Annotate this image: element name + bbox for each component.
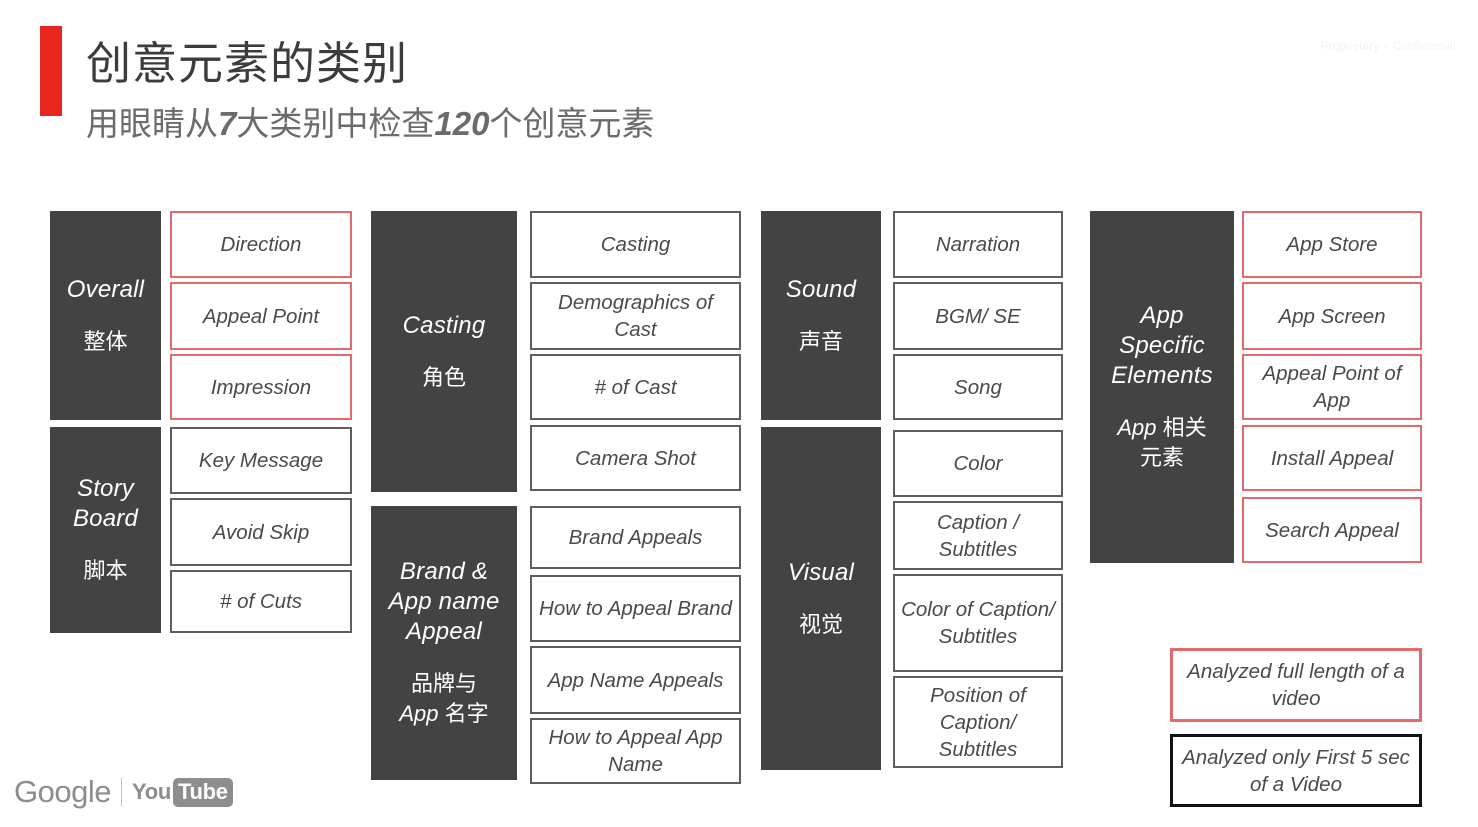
category-brand-app-name-appeal-zh: 品牌与 App 名字	[399, 669, 488, 729]
category-brand-en-line3: Appeal	[406, 618, 482, 645]
element-appeal-point[interactable]: Appeal Point	[170, 282, 352, 350]
category-overall-zh: 整体	[83, 328, 128, 354]
category-overall: Overall 整体	[50, 211, 161, 420]
element-app-store[interactable]: App Store	[1242, 211, 1422, 278]
page-title: 创意元素的类别	[86, 38, 409, 89]
subtitle-part-2: 大类别中检查	[236, 105, 435, 142]
category-sound: Sound 声音	[761, 211, 881, 420]
category-sound-zh: 声音	[798, 328, 843, 354]
legend-first-5-sec: Analyzed only First 5 sec of a Video	[1170, 734, 1422, 807]
category-story-board: Story Board 脚本	[50, 427, 161, 633]
subtitle-number-categories: 7	[218, 105, 237, 142]
category-brand-app-name-appeal: Brand & App name Appeal 品牌与 App 名字	[371, 506, 517, 780]
youtube-logo-tube: Tube	[173, 777, 233, 807]
confidential-notice: Proprietary + Confidential	[1320, 41, 1456, 53]
element-app-screen[interactable]: App Screen	[1242, 282, 1422, 350]
footer-logos: Google You Tube	[14, 775, 233, 809]
category-app-zh-line1-han: 相关	[1156, 415, 1207, 440]
element-demographics-of-cast[interactable]: Demographics of Cast	[530, 282, 741, 350]
logo-divider	[120, 778, 122, 806]
subtitle-part-1: 用眼睛从	[86, 105, 218, 142]
category-brand-zh-line2: App 名字	[399, 699, 488, 729]
element-appeal-point-of-app[interactable]: Appeal Point of App	[1242, 354, 1422, 420]
category-app-en-line1: App	[1140, 302, 1184, 329]
category-overall-en: Overall	[66, 275, 145, 303]
element-how-to-appeal-app-name[interactable]: How to Appeal App Name	[530, 718, 741, 784]
element-impression[interactable]: Impression	[170, 354, 352, 420]
category-app-specific-elements-zh: App 相关 元素	[1117, 413, 1206, 473]
element-direction[interactable]: Direction	[170, 211, 352, 278]
category-app-zh-line1: App 相关	[1117, 413, 1206, 443]
youtube-logo: You Tube	[131, 777, 233, 807]
category-casting-en: Casting	[402, 311, 486, 339]
element-position-of-caption-subtitles[interactable]: Position of Caption/ Subtitles	[893, 676, 1063, 768]
element-key-message[interactable]: Key Message	[170, 427, 352, 494]
element-number-of-cast[interactable]: # of Cast	[530, 354, 741, 420]
element-color-of-caption-subtitles[interactable]: Color of Caption/ Subtitles	[893, 574, 1063, 672]
element-install-appeal[interactable]: Install Appeal	[1242, 425, 1422, 491]
category-story-board-en-line1: Story	[76, 475, 134, 502]
subtitle-number-elements: 120	[434, 105, 490, 142]
category-app-zh-line1-latin: App	[1117, 415, 1157, 440]
element-number-of-cuts[interactable]: # of Cuts	[170, 570, 352, 633]
element-caption-subtitles[interactable]: Caption / Subtitles	[893, 501, 1063, 570]
category-app-specific-elements-en: App Specific Elements	[1111, 301, 1213, 391]
category-visual-en: Visual	[787, 558, 855, 586]
category-story-board-en-line2: Board	[72, 505, 139, 532]
category-app-zh-line2: 元素	[1139, 445, 1184, 470]
element-song[interactable]: Song	[893, 354, 1063, 420]
category-brand-en-line2: App name	[388, 588, 500, 615]
title-accent-bar	[40, 26, 62, 116]
category-brand-en-line1: Brand &	[399, 558, 489, 585]
element-narration[interactable]: Narration	[893, 211, 1063, 278]
category-brand-zh-line2-latin: App	[399, 701, 439, 726]
element-casting[interactable]: Casting	[530, 211, 741, 278]
element-how-to-appeal-brand[interactable]: How to Appeal Brand	[530, 575, 741, 642]
category-brand-zh-line1: 品牌与	[410, 671, 477, 696]
category-sound-en: Sound	[785, 275, 857, 303]
element-color[interactable]: Color	[893, 430, 1063, 497]
google-logo: Google	[14, 774, 111, 809]
page-subtitle: 用眼睛从7大类别中检查120个创意元素	[86, 102, 654, 146]
category-casting-zh: 角色	[421, 364, 466, 390]
category-visual: Visual 视觉	[761, 427, 881, 770]
element-brand-appeals[interactable]: Brand Appeals	[530, 506, 741, 569]
youtube-logo-you: You	[131, 779, 171, 804]
element-avoid-skip[interactable]: Avoid Skip	[170, 498, 352, 566]
element-camera-shot[interactable]: Camera Shot	[530, 425, 741, 491]
category-brand-zh-line2-han: 名字	[438, 701, 489, 726]
category-app-en-line3: Elements	[1111, 362, 1213, 389]
category-casting: Casting 角色	[371, 211, 517, 492]
element-search-appeal[interactable]: Search Appeal	[1242, 497, 1422, 563]
category-visual-zh: 视觉	[798, 611, 843, 637]
subtitle-part-3: 个创意元素	[489, 105, 655, 142]
element-bgm-se[interactable]: BGM/ SE	[893, 282, 1063, 350]
element-app-name-appeals[interactable]: App Name Appeals	[530, 646, 741, 714]
legend-full-length: Analyzed full length of a video	[1170, 648, 1422, 722]
category-story-board-en: Story Board	[73, 474, 138, 534]
category-app-en-line2: Specific	[1119, 332, 1205, 359]
category-app-specific-elements: App Specific Elements App 相关 元素	[1090, 211, 1234, 563]
category-story-board-zh: 脚本	[83, 558, 128, 583]
category-brand-app-name-appeal-en: Brand & App name Appeal	[388, 557, 499, 647]
